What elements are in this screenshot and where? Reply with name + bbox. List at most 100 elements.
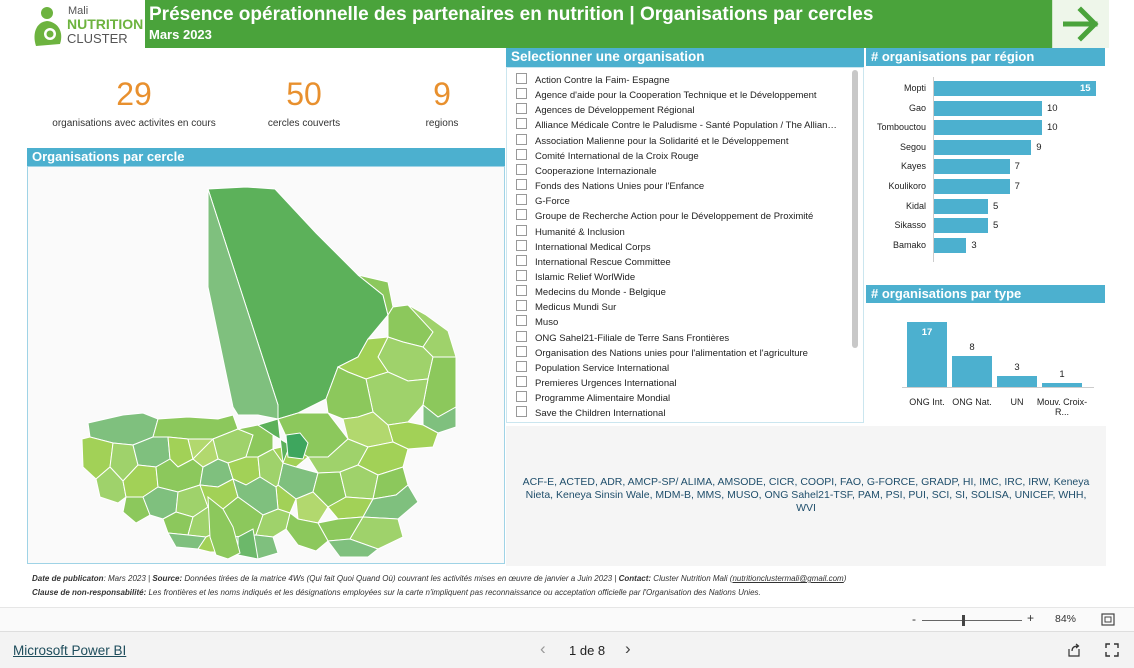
region-category-label: Koulikoro: [888, 181, 926, 191]
region-value-label: 7: [1014, 181, 1020, 192]
org-list-item[interactable]: Medicus Mundi Sur: [516, 300, 616, 315]
org-list-item[interactable]: Programme Alimentaire Mondial: [516, 391, 670, 406]
org-label: Agence d'aide pour la Cooperation Techni…: [535, 90, 817, 102]
org-list-item[interactable]: Groupe de Recherche Action pour le Dével…: [516, 209, 813, 224]
org-label: Comité International de la Croix Rouge: [535, 150, 699, 162]
zoom-in-button[interactable]: +: [1027, 611, 1034, 625]
org-list-item[interactable]: Action Contre la Faim- Espagne: [516, 73, 670, 88]
org-list-item[interactable]: Organisation des Nations unies pour l'al…: [516, 345, 808, 361]
org-label: ONG Sahel21-Filiale de Terre Sans Fronti…: [535, 332, 730, 344]
org-checkbox[interactable]: [516, 406, 527, 418]
org-list-item[interactable]: Population Service International: [516, 360, 669, 376]
org-list-item[interactable]: Cooperazione Internazionale: [516, 163, 656, 179]
org-list-item[interactable]: Fonds des Nations Unies pour l'Enfance: [516, 179, 704, 194]
org-label: Save the Children International: [535, 408, 666, 420]
org-checkbox[interactable]: [516, 88, 527, 100]
prev-page-button[interactable]: ‹: [540, 639, 546, 659]
org-checkbox[interactable]: [516, 376, 527, 387]
region-chart-title: # organisations par région: [866, 48, 1105, 66]
region-value-label: 10: [1047, 102, 1058, 114]
footer-source-value: Données tirées de la matrice 4Ws (Qui fa…: [182, 574, 619, 583]
org-checkbox[interactable]: [516, 239, 527, 251]
fit-to-page-icon[interactable]: [1101, 613, 1115, 626]
org-checkbox[interactable]: [516, 330, 527, 342]
org-checkbox[interactable]: [516, 254, 527, 266]
org-list-item[interactable]: G-Force: [516, 194, 570, 209]
region-value-label: 10: [1047, 122, 1058, 134]
org-list-item[interactable]: International Medical Corps: [516, 239, 651, 255]
map-title: Organisations par cercle: [27, 148, 505, 166]
org-list-item[interactable]: ONG Sahel21-Filiale de Terre Sans Fronti…: [516, 330, 730, 346]
org-label: Groupe de Recherche Action pour le Dével…: [535, 211, 814, 223]
type-chart: 17 ONG Int. 8 ONG Nat. 3 UN 1 Mouv. Croix-R...: [866, 304, 1105, 422]
zoom-out-button[interactable]: -: [912, 612, 916, 626]
region-bar[interactable]: [934, 218, 988, 234]
org-checkbox[interactable]: [516, 194, 527, 206]
org-checkbox[interactable]: [516, 360, 527, 372]
region-bar[interactable]: [934, 198, 988, 214]
footer-contact-label: Contact:: [618, 574, 652, 583]
org-list-item[interactable]: Premieres Urgences International: [516, 376, 677, 391]
org-label: Agences de Développement Régional: [535, 105, 695, 117]
org-list-item[interactable]: Comité International de la Croix Rouge: [516, 148, 699, 164]
page-title: Présence opérationnelle des partenaires …: [149, 4, 874, 25]
org-checkbox[interactable]: [516, 179, 527, 191]
org-list-item[interactable]: Agence d'aide pour la Cooperation Techni…: [516, 88, 817, 103]
region-bar[interactable]: [934, 179, 1010, 194]
org-list-item[interactable]: Humanité & Inclusion: [516, 224, 625, 240]
org-list-scrollbar[interactable]: [852, 70, 858, 348]
footer-email-link[interactable]: nutritionclustermali@gmail.com: [732, 574, 843, 583]
org-checkbox[interactable]: [516, 300, 527, 312]
region-bar[interactable]: [934, 237, 967, 253]
org-slicer-list[interactable]: Action Contre la Faim- Espagne Agence d'a…: [506, 67, 864, 423]
region-category-label: Bamako: [892, 239, 926, 250]
next-page-button[interactable]: [1052, 0, 1109, 48]
region-bar[interactable]: [934, 81, 1096, 96]
region-bar[interactable]: [934, 120, 1042, 136]
org-list-item[interactable]: Muso: [516, 315, 558, 330]
org-label: Alliance Médicale Contre le Paludisme - …: [535, 120, 837, 132]
footer-contact-end: ): [843, 574, 847, 583]
mali-map[interactable]: [28, 167, 504, 563]
share-icon[interactable]: [1067, 643, 1081, 657]
region-bar[interactable]: [934, 159, 1010, 175]
zoom-slider-thumb[interactable]: [962, 615, 965, 626]
org-checkbox[interactable]: [516, 285, 527, 297]
org-checkbox[interactable]: [516, 391, 527, 403]
region-bar[interactable]: [934, 100, 1042, 116]
org-checkbox[interactable]: [516, 315, 527, 327]
report-header: Présence opérationnelle des partenaires …: [145, 0, 1052, 48]
org-list-item[interactable]: Association Malienne pour la Solidarité …: [516, 133, 788, 149]
kpi-regions-value: 9: [433, 76, 451, 112]
region-bar[interactable]: [934, 139, 1032, 155]
page-subtitle: Mars 2023: [149, 27, 212, 42]
org-checkbox[interactable]: [516, 224, 527, 236]
org-list-item[interactable]: Medecins du Monde - Belgique: [516, 285, 666, 300]
type-bar[interactable]: [997, 375, 1037, 387]
org-checkbox[interactable]: [516, 73, 527, 84]
type-chart-axis: [902, 387, 1094, 388]
org-checkbox[interactable]: [516, 163, 527, 175]
fullscreen-icon[interactable]: [1105, 643, 1119, 657]
org-list-item[interactable]: Agences de Développement Régional: [516, 103, 695, 118]
org-label: International Medical Corps: [535, 241, 651, 253]
type-bar[interactable]: [952, 356, 992, 387]
org-checkbox[interactable]: [516, 269, 527, 281]
choropleth-map[interactable]: [27, 166, 505, 564]
region-value-label: 3: [971, 239, 977, 251]
org-checkbox[interactable]: [516, 209, 527, 221]
org-list-item[interactable]: International Rescue Committee: [516, 254, 671, 270]
org-checkbox[interactable]: [516, 133, 527, 145]
org-checkbox[interactable]: [516, 345, 527, 357]
next-page-nav-button[interactable]: ›: [625, 639, 631, 659]
org-list-item[interactable]: Save the Children International: [516, 406, 665, 421]
org-checkbox[interactable]: [516, 118, 527, 130]
powerbi-link[interactable]: Microsoft Power BI: [13, 643, 126, 658]
zoom-bar: - + 84%: [0, 607, 1134, 632]
org-checkbox[interactable]: [516, 148, 527, 160]
org-checkbox[interactable]: [516, 103, 527, 115]
org-label: Programme Alimentaire Mondial: [535, 393, 671, 405]
zoom-slider-track[interactable]: [922, 620, 1022, 621]
org-list-item[interactable]: Alliance Médicale Contre le Paludisme - …: [516, 118, 837, 133]
org-list-item[interactable]: Islamic Relief WorlWide: [516, 269, 635, 285]
